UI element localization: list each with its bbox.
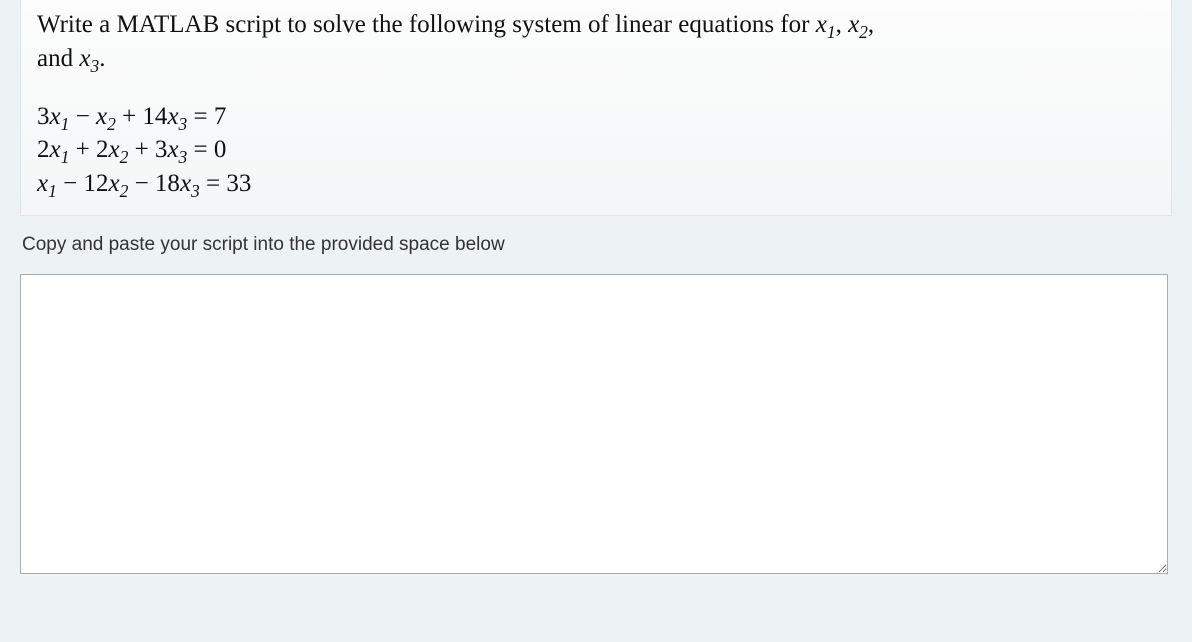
var-letter: x	[79, 45, 90, 72]
equation-system: 3x1 − x2 + 14x3 = 7 2x1 + 2x2 + 3x3 = 0 …	[37, 100, 1155, 201]
rhs: = 7	[187, 103, 226, 130]
equation-3: x1 − 12x2 − 18x3 = 33	[37, 167, 1155, 201]
var-letter: x	[167, 103, 178, 130]
variable-x2: x2	[848, 11, 868, 38]
coef: 3	[37, 103, 50, 130]
op: + 3	[128, 136, 167, 163]
var-subscript: 3	[179, 114, 188, 134]
equation-2: 2x1 + 2x2 + 3x3 = 0	[37, 133, 1155, 167]
rhs: = 33	[200, 170, 252, 197]
op: − 18	[128, 170, 180, 197]
op: + 2	[69, 136, 108, 163]
var-subscript: 3	[179, 147, 188, 167]
answer-textarea[interactable]	[20, 274, 1168, 574]
instruction-text: Copy and paste your script into the prov…	[22, 234, 1172, 256]
prompt-text: Write a MATLAB script to solve the follo…	[37, 11, 816, 38]
equation-1: 3x1 − x2 + 14x3 = 7	[37, 100, 1155, 134]
op: −	[69, 103, 96, 130]
var-letter: x	[848, 11, 859, 38]
variable-x1: x1	[816, 11, 836, 38]
problem-prompt: Write a MATLAB script to solve the follo…	[37, 8, 1155, 76]
var-subscript: 2	[107, 114, 116, 134]
term-x2: x2	[108, 136, 128, 163]
term-x1: x1	[37, 170, 57, 197]
variable-x3: x3	[79, 45, 99, 72]
sep: ,	[868, 11, 874, 38]
var-letter: x	[50, 103, 61, 130]
prompt-suffix: .	[99, 45, 105, 72]
rhs: = 0	[187, 136, 226, 163]
var-letter: x	[108, 136, 119, 163]
term-x3: x3	[167, 136, 187, 163]
var-letter: x	[50, 136, 61, 163]
var-letter: x	[180, 170, 191, 197]
coef: 2	[37, 136, 50, 163]
term-x3: x3	[180, 170, 200, 197]
problem-statement-box: Write a MATLAB script to solve the follo…	[20, 0, 1172, 216]
var-subscript: 3	[90, 56, 99, 76]
term-x2: x2	[96, 103, 116, 130]
term-x2: x2	[108, 170, 128, 197]
var-subscript: 1	[827, 22, 836, 42]
var-subscript: 3	[191, 181, 200, 201]
term-x1: x1	[50, 136, 70, 163]
question-container: Write a MATLAB script to solve the follo…	[0, 0, 1192, 594]
var-subscript: 1	[48, 181, 57, 201]
var-subscript: 2	[859, 22, 868, 42]
sep: ,	[836, 11, 849, 38]
op: + 14	[116, 103, 168, 130]
var-letter: x	[37, 170, 48, 197]
op: − 12	[57, 170, 109, 197]
var-letter: x	[96, 103, 107, 130]
term-x3: x3	[167, 103, 187, 130]
var-letter: x	[816, 11, 827, 38]
var-letter: x	[108, 170, 119, 197]
var-letter: x	[167, 136, 178, 163]
term-x1: x1	[50, 103, 70, 130]
prompt-text-line2: and	[37, 45, 79, 72]
